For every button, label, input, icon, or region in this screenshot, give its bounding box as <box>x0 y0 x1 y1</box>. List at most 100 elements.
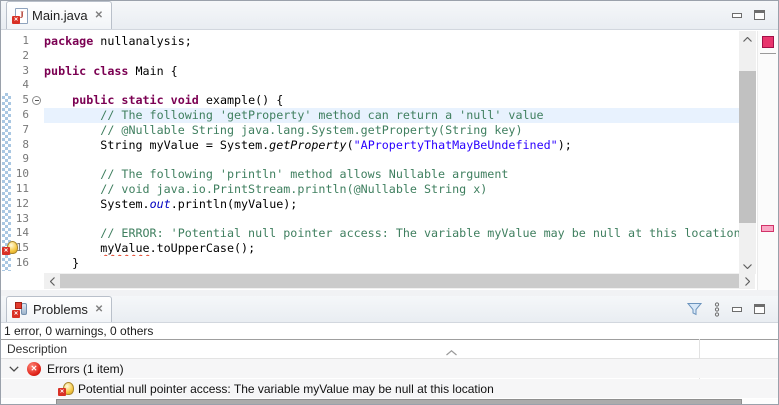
filter-funnel-icon[interactable] <box>687 302 702 316</box>
tab-main-java[interactable]: Main.java ✕ <box>6 1 113 29</box>
code-lines[interactable]: 1 package nullanalysis; 2 3 public class Mai… <box>1 34 739 271</box>
line-number[interactable]: 13 <box>1 212 29 227</box>
code-line[interactable]: 13 <box>1 212 739 227</box>
line-number[interactable]: 4 <box>1 78 29 93</box>
code-line[interactable]: 14 // ERROR: 'Potential null pointer acc… <box>1 226 739 241</box>
code-token-static_field: out <box>149 196 171 211</box>
scroll-left-icon[interactable] <box>44 273 60 289</box>
minimize-icon[interactable] <box>732 12 742 18</box>
overview-error-indicator[interactable] <box>762 36 774 48</box>
fold-column <box>29 212 44 227</box>
fold-column <box>29 78 44 93</box>
scroll-down-icon[interactable] <box>739 258 756 274</box>
line-number[interactable]: 8 <box>1 138 29 153</box>
line-number[interactable]: 14 <box>1 226 29 241</box>
code-text: public class Main { <box>44 64 739 79</box>
line-number[interactable]: 6 <box>1 108 29 123</box>
line-number[interactable]: 7 <box>1 123 29 138</box>
code-token-plain: .println(myValue); <box>170 196 298 211</box>
code-line[interactable]: 7 // @Nullable String java.lang.System.g… <box>1 123 739 138</box>
errors-group-row[interactable]: Errors (1 item) <box>1 359 778 378</box>
code-token-plain: example() { <box>198 93 284 108</box>
vertical-scroll-thumb[interactable] <box>739 71 756 223</box>
minimize-icon[interactable] <box>732 306 742 312</box>
code-line[interactable]: 8 String myValue = System.getProperty("A… <box>1 138 739 153</box>
chevron-down-icon[interactable] <box>9 365 20 372</box>
line-number[interactable]: 12 <box>1 197 29 212</box>
tab-problems[interactable]: Problems ✕ <box>6 296 113 322</box>
code-token-plain: .toUpperCase(); <box>149 241 256 256</box>
code-line[interactable]: 9 <box>1 152 739 167</box>
horizontal-scroll-thumb[interactable] <box>60 274 739 288</box>
fold-column <box>29 197 44 212</box>
problems-scroll-thumb[interactable] <box>56 399 742 404</box>
fold-column <box>29 123 44 138</box>
maximize-icon[interactable] <box>754 10 765 20</box>
tab-label: Main.java <box>32 8 88 23</box>
error-severity-icon <box>27 361 41 376</box>
code-token-keyword: public static void <box>72 93 199 108</box>
line-number[interactable]: 11 <box>1 182 29 197</box>
code-token-string: "APropertyThatMayBeUndefined" <box>353 137 558 152</box>
editor-horizontal-scrollbar[interactable] <box>44 273 755 289</box>
code-line[interactable]: 5 public static void example() { <box>1 93 739 108</box>
fold-column <box>29 256 44 271</box>
problems-horizontal-scrollbar[interactable] <box>1 399 778 404</box>
line-number[interactable]: 9 <box>1 152 29 167</box>
problems-pane: Problems ✕ 1 error, 0 warnings, 0 o <box>1 296 778 404</box>
overview-error-marker[interactable] <box>761 225 774 232</box>
scroll-up-icon[interactable] <box>739 31 756 47</box>
tab-close-icon[interactable]: ✕ <box>93 304 103 315</box>
code-line[interactable]: 16 } <box>1 256 739 271</box>
code-line[interactable]: 4 <box>1 78 739 93</box>
eclipse-window: Main.java ✕ 1 package nullanalysis; 23 publ… <box>0 0 779 405</box>
tab-close-icon[interactable]: ✕ <box>93 10 103 21</box>
problem-row[interactable]: Potential null pointer access: The varia… <box>1 379 778 398</box>
code-text: // The following 'getProperty' method ca… <box>44 107 739 123</box>
line-number[interactable]: 10 <box>1 167 29 182</box>
fold-column <box>29 226 44 241</box>
code-token-comment: // The following 'println' method allows… <box>44 167 509 182</box>
code-token-plain: } <box>44 255 80 270</box>
gutter-error-bulb-icon[interactable] <box>2 241 18 256</box>
code-line[interactable]: 12 System.out.println(myValue); <box>1 197 739 212</box>
code-line[interactable]: 3 public class Main { <box>1 64 739 79</box>
problem-message: Potential null pointer access: The varia… <box>78 381 494 396</box>
code-line[interactable]: 1 package nullanalysis; <box>1 34 739 49</box>
fold-column <box>29 93 44 108</box>
line-number[interactable]: 16 <box>1 256 29 271</box>
view-menu-icon[interactable] <box>714 301 720 317</box>
code-text: String myValue = System.getProperty("APr… <box>44 138 739 153</box>
code-line[interactable]: 6 // The following 'getProperty' method … <box>1 107 739 123</box>
editor-pane: Main.java ✕ 1 package nullanalysis; 23 publ… <box>1 1 778 290</box>
fold-column <box>29 49 44 64</box>
code-text: // ERROR: 'Potential null pointer access… <box>44 226 739 241</box>
code-token-plain: String myValue = System. <box>44 137 270 152</box>
problems-toolbar <box>687 296 778 322</box>
fold-column <box>29 241 44 256</box>
code-line[interactable]: 15 myValue.toUpperCase(); <box>1 241 739 256</box>
scroll-right-icon[interactable] <box>739 273 755 289</box>
editor-body: 1 package nullanalysis; 2 3 public class Mai… <box>1 30 778 290</box>
code-line[interactable]: 10 // The following 'println' method all… <box>1 167 739 182</box>
code-token-keyword: public class <box>44 63 129 78</box>
fold-collapse-icon[interactable] <box>32 96 41 106</box>
line-number[interactable]: 3 <box>1 64 29 79</box>
code-line[interactable]: 11 // void java.io.PrintStream.println(@… <box>1 182 739 197</box>
code-token-comment: // @Nullable String java.lang.System.get… <box>44 122 523 137</box>
maximize-icon[interactable] <box>754 304 765 314</box>
errors-group-label: Errors (1 item) <box>47 361 124 376</box>
line-number[interactable]: 1 <box>1 34 29 49</box>
description-column-header[interactable]: Description <box>1 339 778 359</box>
code-line[interactable]: 2 <box>1 49 739 64</box>
code-token-plain: System. <box>44 196 150 211</box>
line-number[interactable]: 2 <box>1 49 29 64</box>
line-number[interactable]: 5 <box>1 93 29 108</box>
code-text: } <box>44 256 739 271</box>
code-token-static_method: getProperty <box>269 137 347 152</box>
fold-column <box>29 138 44 153</box>
code-token-comment: // ERROR: 'Potential null pointer access… <box>44 226 739 241</box>
editor-vertical-scrollbar[interactable] <box>739 31 756 274</box>
